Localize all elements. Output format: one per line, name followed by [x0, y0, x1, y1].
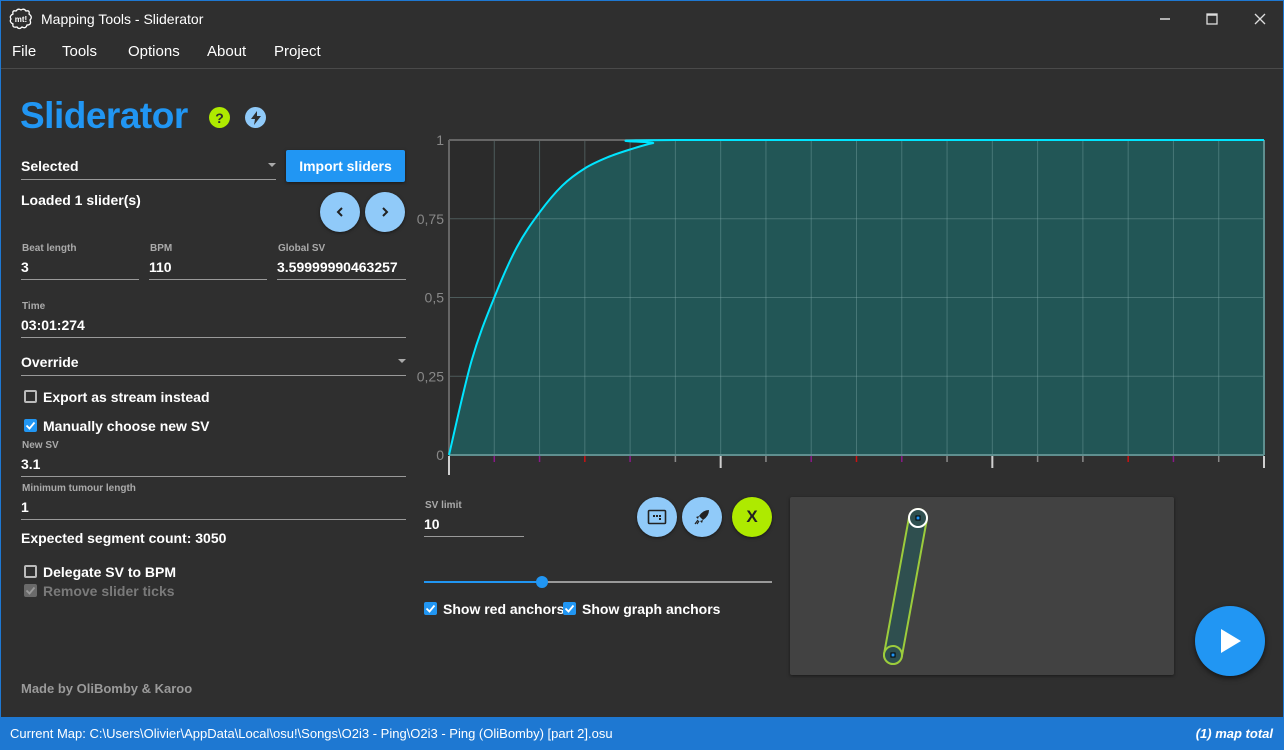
quick-run-icon[interactable] [245, 107, 266, 128]
menu-file[interactable]: File [12, 43, 36, 60]
new-sv-value: 3.1 [21, 456, 41, 472]
show-red-anchors-label[interactable]: Show red anchors [443, 601, 564, 617]
menu-bar: File Tools Options About Project [1, 37, 1283, 69]
delegate-sv-checkbox[interactable] [24, 565, 37, 578]
help-glyph: ? [215, 109, 224, 126]
minimize-button[interactable] [1142, 1, 1188, 37]
export-stream-label[interactable]: Export as stream instead [43, 389, 210, 405]
graph-hotkeys-button[interactable] [637, 497, 677, 537]
y-tick-label: 1 [436, 132, 444, 148]
global-sv-value: 3.59999990463257 [277, 259, 398, 275]
bpm-value: 110 [149, 259, 172, 275]
time-label: Time [22, 301, 46, 312]
checkmark-icon [425, 604, 436, 613]
slider-track [542, 581, 772, 583]
slider-thumb[interactable] [536, 576, 549, 588]
slider-fill [424, 581, 543, 583]
y-tick-label: 0 [436, 447, 444, 463]
close-icon [1254, 13, 1266, 25]
slider-preview-canvas [883, 508, 928, 665]
title-bar: mt! Mapping Tools - Sliderator [1, 1, 1283, 37]
chevron-right-icon [382, 207, 389, 217]
next-slider-button[interactable] [365, 192, 405, 232]
graph-canvas[interactable]: 0 0,25 0,5 0,75 1 [406, 126, 1276, 476]
lightning-icon [250, 110, 261, 125]
mode-value: Override [21, 354, 79, 370]
sv-limit-value: 10 [424, 516, 440, 532]
app-logo-icon: mt! [9, 8, 32, 30]
maximize-icon [1206, 13, 1218, 25]
new-sv-field[interactable]: New SV 3.1 [21, 438, 406, 477]
beat-length-value: 3 [21, 259, 29, 275]
page-title: Sliderator [20, 95, 188, 136]
current-map-path: Current Map: C:\Users\Olivier\AppData\Lo… [10, 726, 613, 741]
export-stream-checkbox[interactable] [24, 390, 37, 403]
help-icon[interactable]: ? [209, 107, 230, 128]
bpm-field[interactable]: BPM 110 [149, 241, 267, 280]
window-title: Mapping Tools - Sliderator [41, 11, 204, 27]
clear-label: X [746, 507, 758, 526]
expected-segment-count: Expected segment count: 3050 [21, 530, 227, 546]
time-field[interactable]: Time 03:01:274 [21, 299, 406, 338]
manual-sv-label[interactable]: Manually choose new SV [43, 418, 210, 434]
chevron-left-icon [336, 207, 343, 217]
chevron-down-icon [398, 359, 406, 363]
anchor-point [890, 652, 896, 658]
keyboard-icon [647, 509, 667, 525]
time-value: 03:01:274 [21, 317, 85, 333]
mode-dropdown[interactable]: Override [21, 347, 406, 376]
min-tumour-length-label: Minimum tumour length [22, 483, 136, 494]
play-icon [1221, 629, 1241, 653]
map-total: (1) map total [1195, 726, 1273, 741]
delegate-sv-label[interactable]: Delegate SV to BPM [43, 564, 176, 580]
remove-ticks-label: Remove slider ticks [43, 583, 175, 599]
sv-limit-label: SV limit [425, 500, 462, 511]
maximize-button[interactable] [1189, 1, 1235, 37]
show-graph-anchors-checkbox[interactable] [563, 602, 576, 615]
import-mode-value: Selected [21, 158, 79, 174]
launch-button[interactable] [682, 497, 722, 537]
y-tick-label: 0,25 [417, 368, 444, 384]
clear-graph-button[interactable]: X [732, 497, 772, 537]
menu-options[interactable]: Options [128, 43, 180, 60]
min-tumour-length-value: 1 [21, 499, 29, 515]
loaded-status: Loaded 1 slider(s) [21, 192, 141, 208]
show-red-anchors-checkbox[interactable] [424, 602, 437, 615]
chevron-down-icon [268, 163, 276, 167]
import-mode-dropdown[interactable]: Selected [21, 151, 276, 180]
status-bar: Current Map: C:\Users\Olivier\AppData\Lo… [1, 717, 1283, 750]
run-button[interactable] [1195, 606, 1265, 676]
beat-length-label: Beat length [22, 243, 77, 254]
beat-length-field[interactable]: Beat length 3 [21, 241, 139, 280]
show-graph-anchors-label[interactable]: Show graph anchors [582, 601, 720, 617]
import-sliders-button[interactable]: Import sliders [286, 150, 405, 182]
new-sv-label: New SV [22, 440, 59, 451]
graph-zoom-slider[interactable] [424, 573, 772, 591]
menu-about[interactable]: About [207, 43, 246, 60]
menu-project[interactable]: Project [274, 43, 321, 60]
menu-tools[interactable]: Tools [62, 43, 97, 60]
y-tick-label: 0,5 [425, 290, 445, 306]
credits: Made by OliBomby & Karoo [21, 681, 193, 696]
previous-slider-button[interactable] [320, 192, 360, 232]
slider-preview [790, 497, 1174, 675]
y-tick-label: 0,75 [417, 211, 444, 227]
remove-ticks-checkbox [24, 584, 37, 597]
anchor-point [915, 515, 921, 521]
min-tumour-length-field[interactable]: Minimum tumour length 1 [21, 481, 406, 520]
minimize-icon [1160, 18, 1170, 20]
rocket-icon [694, 510, 709, 525]
checkmark-icon [564, 604, 575, 613]
checkmark-icon [25, 421, 36, 430]
global-sv-label: Global SV [278, 243, 326, 254]
close-window-button[interactable] [1237, 1, 1283, 37]
sv-limit-field[interactable]: SV limit 10 [424, 498, 524, 537]
global-sv-field[interactable]: Global SV 3.59999990463257 [277, 241, 406, 280]
manual-sv-checkbox[interactable] [24, 419, 37, 432]
checkmark-icon [25, 586, 36, 595]
svg-text:mt!: mt! [15, 15, 27, 24]
bpm-label: BPM [150, 243, 173, 254]
sv-graph[interactable]: 0 0,25 0,5 0,75 1 [406, 126, 1276, 476]
